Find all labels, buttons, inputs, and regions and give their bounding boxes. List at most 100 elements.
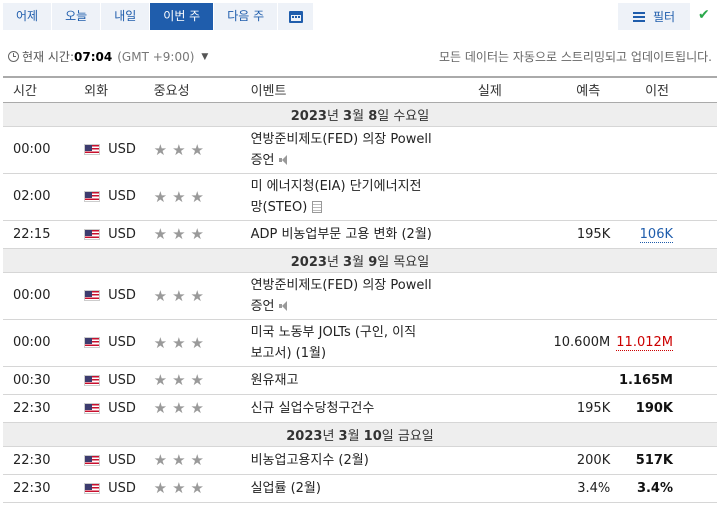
day-year: 2023 <box>290 254 327 270</box>
day-month-suffix: 월 <box>352 254 369 270</box>
importance-cell: ★★★ <box>153 272 251 320</box>
table-row[interactable]: 00:00 USD ★★★ 연방준비제도(FED) 의장 Powell 증언 <box>3 126 717 174</box>
actual-value <box>477 126 539 174</box>
streaming-note: 모든 데이터는 자동으로 스트리밍되고 업데이트됩니다. <box>439 50 712 64</box>
forecast-value <box>538 366 617 395</box>
event-name-line1[interactable]: 연방준비제도(FED) 의장 Powell <box>251 132 432 147</box>
importance-cell: ★★★ <box>153 173 251 221</box>
filter-label: 필터 <box>652 10 676 24</box>
importance-stars: ★★★ <box>153 479 209 497</box>
forecast-value <box>538 272 617 320</box>
event-name-line1[interactable]: 미국 노동부 JOLTs (구인, 이직 <box>251 325 416 340</box>
document-icon <box>312 200 323 213</box>
event-name[interactable]: ADP 비농업부문 고용 변화 (2월) <box>250 220 478 249</box>
currency: USD <box>108 372 136 388</box>
forecast-value: 195K <box>538 394 617 423</box>
table-row[interactable]: 00:30 USD ★★★ 원유재고 1.165M <box>3 366 717 395</box>
current-time-prefix: 현재 시간: <box>22 50 75 64</box>
table-row[interactable]: 00:00 USD ★★★ 미국 노동부 JOLTs (구인, 이직 보고서) (… <box>3 319 717 367</box>
tab-yesterday[interactable]: 어제 <box>3 3 53 30</box>
currency: USD <box>108 335 136 350</box>
event-name-line1[interactable]: 연방준비제도(FED) 의장 Powell <box>251 278 432 293</box>
currency-cell: USD <box>84 319 154 367</box>
tab-this-week[interactable]: 이번 주 <box>150 3 215 30</box>
table-row[interactable]: 00:00 USD ★★★ 연방준비제도(FED) 의장 Powell 증언 <box>3 272 717 320</box>
day-header: 2023년 3월 9일 목요일 <box>3 248 717 273</box>
currency: USD <box>108 142 136 157</box>
previous-value[interactable]: 11.012M <box>616 335 673 351</box>
currency-cell: USD <box>84 394 154 423</box>
header-time: 시간 <box>3 77 85 103</box>
forecast-value: 195K <box>538 220 617 249</box>
table-row[interactable]: 22:30 USD ★★★ 신규 실업수당청구건수 195K 190K <box>3 394 717 423</box>
event-time: 22:30 <box>3 446 85 475</box>
event-cell[interactable]: 미 에너지청(EIA) 단기에너지전망(STEO) <box>250 173 478 221</box>
event-name-line2[interactable]: 증언 <box>251 299 275 314</box>
previous-value[interactable]: 106K <box>639 226 673 243</box>
currency-cell: USD <box>84 173 154 221</box>
day-header: 2023년 3월 8일 수요일 <box>3 102 717 127</box>
header-previous: 이전 <box>616 77 717 103</box>
event-name-line1[interactable]: 미 에너지청(EIA) 단기에너지전 <box>251 179 422 194</box>
header-currency: 외화 <box>84 77 154 103</box>
timezone-label[interactable]: (GMT +9:00) <box>117 50 194 64</box>
event-cell[interactable]: 미국 노동부 JOLTs (구인, 이직보고서) (1월) <box>250 319 478 367</box>
currency: USD <box>108 189 136 204</box>
check-icon[interactable]: ✔ <box>698 7 710 23</box>
actual-value <box>477 272 539 320</box>
economic-calendar-table: 시간 외화 중요성 이벤트 실제 예측 이전 2023년 3월 8일 수요일 0… <box>3 76 717 503</box>
table-row[interactable]: 22:30 USD ★★★ 실업률 (2월) 3.4% 3.4% <box>3 474 717 503</box>
actual-value <box>477 173 539 221</box>
us-flag-icon <box>84 454 101 466</box>
forecast-value <box>538 173 617 221</box>
previous-value: 190K <box>616 394 717 423</box>
previous-value <box>616 126 717 174</box>
day-month: 3 <box>338 428 348 444</box>
event-name[interactable]: 비농업고용지수 (2월) <box>250 446 478 475</box>
day-header-cell: 2023년 3월 10일 금요일 <box>3 422 717 447</box>
header-importance: 중요성 <box>153 77 251 103</box>
event-name-line2[interactable]: 증언 <box>251 153 275 168</box>
tab-today[interactable]: 오늘 <box>52 3 102 30</box>
tab-next-week[interactable]: 다음 주 <box>214 3 279 30</box>
day-month: 3 <box>343 108 353 124</box>
event-name-line2[interactable]: 보고서) (1월) <box>251 346 326 361</box>
event-name-line2[interactable]: 망(STEO) <box>251 200 308 215</box>
us-flag-icon <box>84 228 101 240</box>
importance-cell: ★★★ <box>153 366 251 395</box>
importance-stars: ★★★ <box>153 451 209 469</box>
clock-icon <box>8 51 19 62</box>
previous-value-cell: 11.012M <box>616 319 717 367</box>
day-month-suffix: 월 <box>347 428 364 444</box>
calendar-button[interactable] <box>278 3 315 30</box>
event-cell[interactable]: 연방준비제도(FED) 의장 Powell 증언 <box>250 126 478 174</box>
table-row[interactable]: 22:30 USD ★★★ 비농업고용지수 (2월) 200K 517K <box>3 446 717 475</box>
event-time: 22:15 <box>3 220 85 249</box>
previous-value: 1.165M <box>616 366 717 395</box>
chevron-down-icon[interactable]: ▼ <box>201 52 208 62</box>
us-flag-icon <box>84 290 101 301</box>
filter-button[interactable]: 필터 <box>618 3 690 30</box>
us-flag-icon <box>84 144 101 155</box>
forecast-value: 10.600M <box>538 319 617 367</box>
day-year-suffix: 년 <box>322 428 339 444</box>
actual-value <box>477 474 539 503</box>
event-cell[interactable]: 연방준비제도(FED) 의장 Powell 증언 <box>250 272 478 320</box>
day-year-suffix: 년 <box>326 254 344 270</box>
header-actual: 실제 <box>477 77 539 103</box>
importance-stars: ★★★ <box>153 399 209 417</box>
event-name[interactable]: 신규 실업수당청구건수 <box>250 394 478 423</box>
event-name[interactable]: 원유재고 <box>250 366 478 395</box>
tab-tomorrow[interactable]: 내일 <box>101 3 151 30</box>
currency: USD <box>108 400 136 416</box>
importance-cell: ★★★ <box>153 126 251 174</box>
event-name[interactable]: 실업률 (2월) <box>250 474 478 503</box>
previous-value: 3.4% <box>616 474 717 503</box>
table-row[interactable]: 22:15 USD ★★★ ADP 비농업부문 고용 변화 (2월) 195K … <box>3 220 717 249</box>
currency-cell: USD <box>84 220 154 249</box>
importance-cell: ★★★ <box>153 220 251 249</box>
importance-cell: ★★★ <box>153 319 251 367</box>
day-header: 2023년 3월 10일 금요일 <box>3 422 717 447</box>
table-row[interactable]: 02:00 USD ★★★ 미 에너지청(EIA) 단기에너지전 망(STEO) <box>3 173 717 221</box>
day-day-suffix: 일 수요일 <box>377 108 430 124</box>
